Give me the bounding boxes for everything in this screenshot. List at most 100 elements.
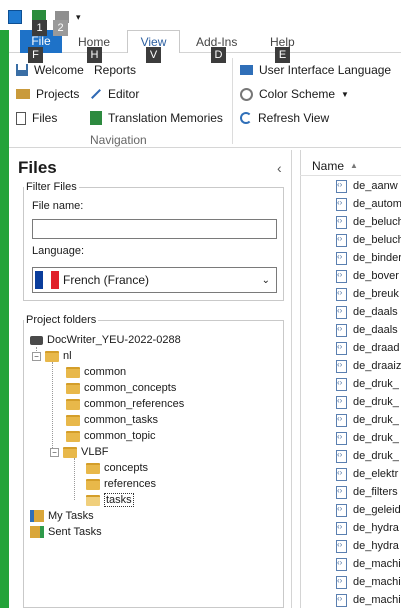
- file-row[interactable]: de_draaiz: [336, 358, 401, 374]
- france-flag-icon: [35, 271, 59, 289]
- pane-title: Files: [18, 158, 57, 177]
- file-row[interactable]: de_aanw: [336, 178, 398, 194]
- xml-file-icon: [336, 521, 347, 535]
- sort-ascending-icon: ▲: [350, 161, 358, 170]
- tree-item-common-tasks[interactable]: common_tasks: [66, 412, 158, 428]
- ui-language-label: User Interface Language: [259, 63, 392, 77]
- xml-file-icon: [336, 431, 347, 445]
- tree-label: DocWriter_YEU-2022-0288: [47, 334, 181, 346]
- language-select[interactable]: French (France) ⌄: [32, 267, 277, 293]
- app-icon[interactable]: [8, 10, 22, 24]
- xml-file-icon: [336, 341, 347, 355]
- xml-file-icon: [336, 449, 347, 463]
- tree-item-common[interactable]: common: [66, 364, 126, 380]
- file-row[interactable]: de_binder: [336, 250, 401, 266]
- file-name: de_daals: [353, 306, 398, 318]
- file-row[interactable]: de_daals: [336, 322, 398, 338]
- ui-language-button[interactable]: User Interface Language: [240, 61, 391, 79]
- file-row[interactable]: de_geleid: [336, 502, 401, 518]
- file-row[interactable]: de_beluch: [336, 214, 401, 230]
- files-button[interactable]: Files: [16, 109, 57, 127]
- file-row[interactable]: de_machi: [336, 574, 401, 590]
- refresh-view-button[interactable]: Refresh View: [240, 109, 329, 127]
- file-row[interactable]: de_daals: [336, 304, 398, 320]
- keytip-help: E: [275, 47, 290, 63]
- collapse-icon[interactable]: −: [50, 447, 59, 457]
- folder-icon: [86, 478, 100, 490]
- tree-item-tasks[interactable]: tasks: [86, 492, 134, 508]
- title-bar: ▾ 1 2: [0, 0, 401, 36]
- file-name: de_filters: [353, 486, 398, 498]
- file-name: de_druk_: [353, 450, 399, 462]
- tree-item-nl[interactable]: − nl: [32, 348, 72, 364]
- file-row[interactable]: de_filters: [336, 484, 398, 500]
- tree-item-vlbf[interactable]: − VLBF: [50, 444, 109, 460]
- translation-memories-label: Translation Memories: [108, 111, 223, 125]
- tree-item-common-topic[interactable]: common_topic: [66, 428, 156, 444]
- tree-project-root[interactable]: DocWriter_YEU-2022-0288: [30, 332, 181, 348]
- tree-label: common_references: [84, 398, 185, 410]
- file-row[interactable]: de_breuk: [336, 286, 399, 302]
- chevron-down-icon: ▼: [341, 89, 349, 99]
- files-label: Files: [32, 111, 58, 125]
- file-row[interactable]: de_machi: [336, 592, 401, 608]
- projects-button[interactable]: Projects: [16, 85, 79, 103]
- color-scheme-label: Color Scheme: [259, 87, 336, 101]
- accent-sidebar: [0, 30, 9, 608]
- file-name: de_geleid: [353, 504, 401, 516]
- file-row[interactable]: de_druk_: [336, 430, 399, 446]
- file-row[interactable]: de_hydra: [336, 538, 399, 554]
- xml-file-icon: [336, 287, 347, 301]
- xml-file-icon: [336, 305, 347, 319]
- color-scheme-button[interactable]: Color Scheme ▼: [240, 85, 349, 103]
- editor-button[interactable]: Editor: [90, 85, 139, 103]
- tree-line: [52, 362, 53, 452]
- file-name: de_draaiz: [353, 360, 401, 372]
- file-row[interactable]: de_druk_: [336, 448, 399, 464]
- file-row[interactable]: de_druk_: [336, 376, 399, 392]
- file-name: de_druk_: [353, 396, 399, 408]
- file-row[interactable]: de_bover: [336, 268, 399, 284]
- file-row[interactable]: de_machi: [336, 556, 401, 572]
- file-row[interactable]: de_hydra: [336, 520, 399, 536]
- tree-item-concepts[interactable]: concepts: [86, 460, 148, 476]
- file-row[interactable]: de_elektr: [336, 466, 398, 482]
- file-row[interactable]: de_beluch: [336, 232, 401, 248]
- collapse-icon[interactable]: −: [32, 351, 41, 361]
- tree-item-common-references[interactable]: common_references: [66, 396, 184, 412]
- file-name: de_autom: [353, 198, 401, 210]
- tree-item-references[interactable]: references: [86, 476, 156, 492]
- translation-memories-button[interactable]: Translation Memories: [90, 109, 223, 127]
- column-header-name[interactable]: Name ▲: [300, 156, 401, 176]
- xml-file-icon: [336, 377, 347, 391]
- xml-file-icon: [336, 467, 347, 481]
- file-name-label: File name:: [32, 200, 84, 212]
- file-name: de_machi: [353, 576, 401, 588]
- file-row[interactable]: de_druk_: [336, 394, 399, 410]
- file-name: de_druk_: [353, 378, 399, 390]
- reports-label: Reports: [94, 63, 137, 77]
- file-row[interactable]: de_draad: [336, 340, 400, 356]
- welcome-button[interactable]: Welcome: [16, 61, 84, 79]
- file-name: de_binder: [353, 252, 401, 264]
- file-name-input[interactable]: [32, 219, 277, 239]
- tree-item-common-concepts[interactable]: common_concepts: [66, 380, 176, 396]
- collapse-pane-icon[interactable]: ‹: [277, 160, 282, 176]
- tree-item-my-tasks[interactable]: My Tasks: [30, 508, 94, 524]
- document-icon: [16, 111, 26, 125]
- file-row[interactable]: de_autom: [336, 196, 401, 212]
- tree-item-sent-tasks[interactable]: Sent Tasks: [30, 524, 102, 540]
- qat-dropdown-icon[interactable]: ▾: [76, 12, 81, 23]
- xml-file-icon: [336, 269, 347, 283]
- keytip-qat1: 1: [32, 20, 47, 36]
- file-name: de_hydra: [353, 522, 399, 534]
- keytip-view: V: [146, 47, 161, 63]
- reports-button[interactable]: Reports: [94, 61, 136, 79]
- xml-file-icon: [336, 197, 347, 211]
- xml-file-icon: [336, 323, 347, 337]
- xml-file-icon: [336, 251, 347, 265]
- file-row[interactable]: de_druk_: [336, 412, 399, 428]
- tree-label: concepts: [104, 462, 149, 474]
- keytip-addins: D: [211, 47, 226, 63]
- file-name: de_druk_: [353, 414, 399, 426]
